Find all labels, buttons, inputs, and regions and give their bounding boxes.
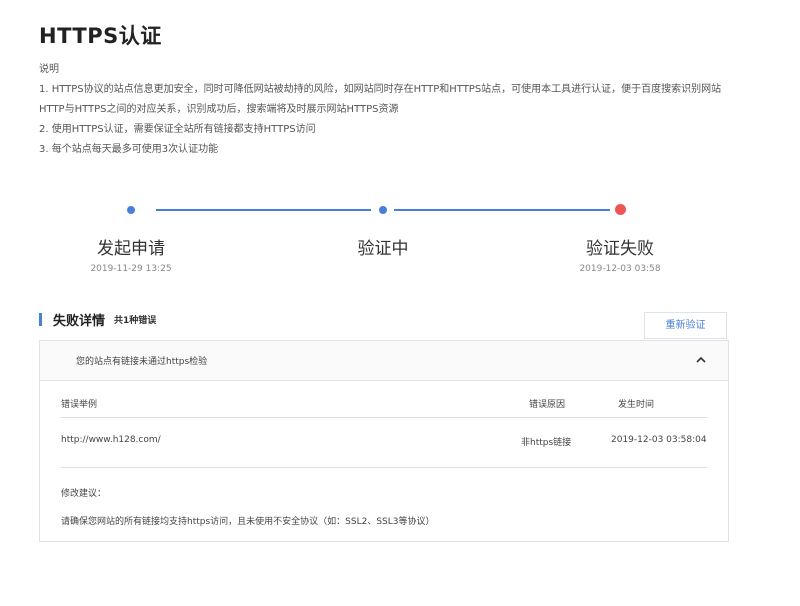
failure-title: 失败详情	[53, 313, 106, 329]
step-label-failed: 验证失败	[586, 239, 654, 259]
reverify-button[interactable]: 重新验证	[644, 312, 727, 339]
description-line-2: HTTP与HTTPS之间的对应关系，识别成功后，搜索端将及时展示网站HTTPS资…	[39, 104, 399, 115]
page-title: HTTPS认证	[39, 24, 162, 48]
description: 说明 1. HTTPS协议的站点信息更加安全，同时可降低网站被劫持的风险，如网站…	[39, 60, 759, 160]
chevron-up-icon[interactable]	[694, 353, 708, 367]
advice-label: 修改建议：	[61, 489, 107, 499]
error-panel: 您的站点有链接未通过https检验 错误举例 错误原因 发生时间 http://…	[39, 340, 729, 542]
failure-section-header: 失败详情 共1种错误	[39, 311, 157, 329]
error-count: 共1种错误	[114, 315, 157, 326]
description-line-1: 1. HTTPS协议的站点信息更加安全，同时可降低网站被劫持的风险，如网站同时存…	[39, 84, 722, 95]
description-line-4: 3. 每个站点每天最多可使用3次认证功能	[39, 144, 219, 155]
advice-text: 请确保您网站的所有链接均支持https访问，且未使用不安全协议（如：SSL2、S…	[61, 517, 435, 527]
progress-stepper: 发起申请 验证中 验证失败 2019-11-29 13:25 2019-12-0…	[0, 195, 800, 285]
error-panel-header[interactable]: 您的站点有链接未通过https检验	[40, 341, 728, 381]
error-table-header: 错误举例 错误原因 发生时间	[61, 394, 707, 418]
description-line-3: 2. 使用HTTPS认证，需要保证全站所有链接都支持HTTPS访问	[39, 124, 316, 135]
column-header-example: 错误举例	[61, 400, 98, 410]
table-row: http://www.h128.com/ 非https链接 2019-12-03…	[61, 431, 707, 468]
column-header-reason: 错误原因	[529, 400, 566, 410]
step-dot-submit	[127, 206, 135, 214]
step-time-failed: 2019-12-03 03:58	[579, 264, 661, 274]
step-label-verifying: 验证中	[357, 239, 409, 259]
step-dot-verifying	[379, 206, 387, 214]
step-label-submit: 发起申请	[97, 239, 165, 259]
column-header-time: 发生时间	[618, 400, 655, 410]
error-example-url: http://www.h128.com/	[61, 435, 161, 445]
error-time: 2019-12-03 03:58:04	[611, 435, 707, 445]
description-heading: 说明	[39, 64, 59, 75]
error-panel-title: 您的站点有链接未通过https检验	[76, 357, 208, 367]
step-time-submit: 2019-11-29 13:25	[90, 264, 172, 274]
step-dot-failed	[615, 204, 626, 215]
error-reason: 非https链接	[521, 438, 572, 448]
step-connector-1	[156, 209, 371, 211]
section-accent-bar	[39, 312, 42, 326]
step-connector-2	[394, 209, 610, 211]
